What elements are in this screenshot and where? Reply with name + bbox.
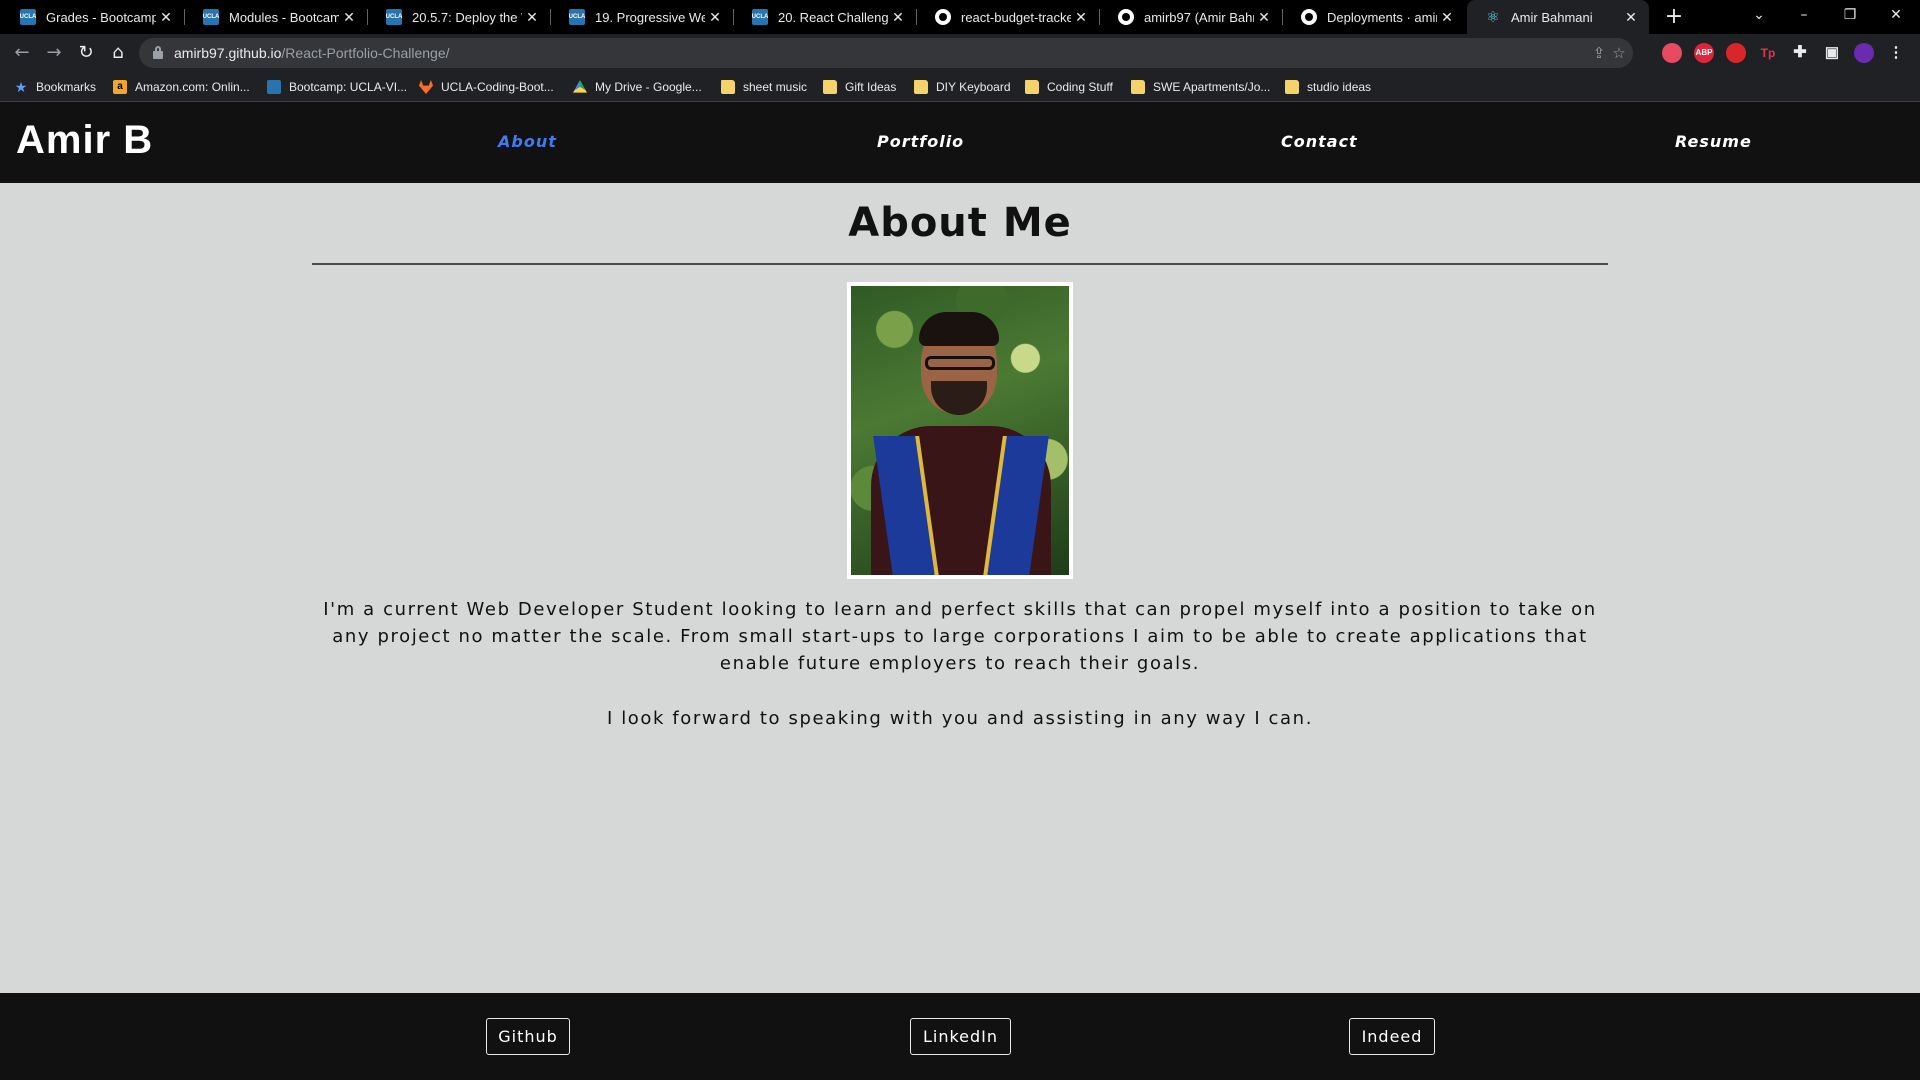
tab-title: Grades - Bootcamp: U — [46, 9, 156, 25]
github-link-button[interactable]: Github — [486, 1018, 570, 1055]
bookmark-item[interactable]: DIY Keyboard — [914, 72, 1011, 102]
extension-icon[interactable] — [1662, 43, 1682, 63]
close-icon[interactable]: ✕ — [1254, 9, 1274, 26]
window-close-button[interactable]: ✕ — [1873, 0, 1919, 34]
browser-tab-active[interactable]: ⚛ Amir Bahmani ✕ — [1467, 0, 1649, 34]
bookmark-item[interactable]: My Drive - Google... — [573, 72, 702, 102]
browser-tab[interactable]: Deployments · amirb9 ✕ — [1283, 0, 1465, 34]
browser-tab[interactable]: UCLA Grades - Bootcamp: U ✕ — [2, 0, 184, 34]
ucla-icon: UCLA — [386, 9, 402, 25]
browser-tab[interactable]: amirb97 (Amir Bahma ✕ — [1100, 0, 1282, 34]
close-icon[interactable]: ✕ — [1621, 9, 1641, 26]
tab-title: 20. React Challenge: R — [778, 9, 888, 25]
amazon-icon: a — [113, 80, 127, 94]
github-icon — [1118, 9, 1134, 25]
react-icon: ⚛ — [1486, 9, 1500, 26]
bookmark-item[interactable]: sheet music — [721, 72, 807, 102]
folder-icon — [1285, 80, 1299, 94]
browser-tab[interactable]: UCLA 20. React Challenge: R ✕ — [734, 0, 916, 34]
portrait-image — [851, 286, 1069, 575]
browser-tab[interactable]: UCLA 19. Progressive Web A ✕ — [551, 0, 733, 34]
indeed-link-button[interactable]: Indeed — [1349, 1018, 1435, 1055]
bio-closing: I look forward to speaking with you and … — [606, 708, 1314, 729]
bookmark-item[interactable]: Coding Stuff — [1025, 72, 1113, 102]
tab-title: Modules - Bootcamp: — [229, 9, 339, 25]
extension-icon[interactable] — [1726, 43, 1746, 63]
tab-title: 20.5.7: Deploy the We — [412, 9, 522, 25]
close-icon[interactable]: ✕ — [1071, 9, 1091, 26]
ucla-icon: UCLA — [569, 9, 585, 25]
browser-tab-bar: UCLA Grades - Bootcamp: U ✕ UCLA Modules… — [0, 0, 1920, 34]
new-tab-button[interactable]: + — [1660, 3, 1688, 31]
star-icon: ★ — [14, 79, 28, 95]
bookmarks-bar: ★ Bookmarks a Amazon.com: Onlin... Bootcam… — [0, 72, 1920, 102]
bookmark-item[interactable]: ★ Bookmarks — [14, 72, 96, 102]
nav-contact[interactable]: Contact — [1281, 132, 1358, 151]
tab-title: Deployments · amirb9 — [1327, 9, 1437, 25]
browser-tab[interactable]: UCLA 20.5.7: Deploy the We ✕ — [368, 0, 550, 34]
lock-icon[interactable] — [153, 46, 163, 59]
folder-icon — [823, 80, 837, 94]
nav-portfolio[interactable]: Portfolio — [877, 132, 964, 151]
profile-photo — [847, 282, 1073, 579]
ucla-icon — [267, 80, 281, 94]
bookmark-star-icon[interactable]: ☆ — [1609, 43, 1629, 63]
browser-toolbar: ← → ↻ ⌂ amirb97.github.io/React-Portfoli… — [0, 34, 1920, 72]
folder-icon — [1131, 80, 1145, 94]
avatar[interactable] — [1854, 43, 1874, 63]
tab-title: amirb97 (Amir Bahma — [1144, 9, 1254, 25]
bookmark-item[interactable]: UCLA-Coding-Boot... — [419, 72, 554, 102]
drive-icon — [573, 80, 587, 93]
ucla-icon: UCLA — [20, 9, 36, 25]
bookmark-item[interactable]: studio ideas — [1285, 72, 1371, 102]
close-icon[interactable]: ✕ — [522, 9, 542, 26]
bookmark-item[interactable]: Bootcamp: UCLA-VI... — [267, 72, 407, 102]
tab-title: Amir Bahmani — [1511, 9, 1593, 25]
home-icon[interactable]: ⌂ — [104, 39, 132, 67]
folder-icon — [914, 80, 928, 94]
url-text[interactable]: amirb97.github.io/React-Portfolio-Challe… — [174, 45, 450, 61]
forward-icon[interactable]: → — [40, 39, 68, 67]
share-icon[interactable]: ⇪ — [1589, 43, 1609, 63]
site-brand[interactable]: Amir B — [16, 118, 153, 163]
close-icon[interactable]: ✕ — [156, 9, 176, 26]
restore-button[interactable]: ❐ — [1827, 0, 1873, 34]
close-icon[interactable]: ✕ — [1437, 9, 1457, 26]
tab-search-icon[interactable]: ⌄ — [1736, 0, 1782, 34]
nav-about[interactable]: About — [498, 132, 557, 151]
minimize-button[interactable]: – — [1781, 0, 1827, 34]
back-icon[interactable]: ← — [8, 39, 36, 67]
gitlab-icon — [419, 80, 433, 94]
side-panel-icon[interactable]: ▣ — [1822, 43, 1842, 63]
extension-icon[interactable]: Tp — [1758, 43, 1778, 63]
close-icon[interactable]: ✕ — [888, 9, 908, 26]
browser-tab[interactable]: UCLA Modules - Bootcamp: ✕ — [185, 0, 367, 34]
folder-icon — [721, 80, 735, 94]
linkedin-link-button[interactable]: LinkedIn — [910, 1018, 1011, 1055]
menu-icon[interactable]: ⋮ — [1886, 43, 1906, 63]
site-footer: Github LinkedIn Indeed — [0, 993, 1920, 1080]
nav-resume[interactable]: Resume — [1675, 132, 1752, 151]
address-bar[interactable]: amirb97.github.io/React-Portfolio-Challe… — [139, 38, 1633, 68]
puzzle-icon[interactable]: ✚ — [1790, 43, 1810, 63]
bookmark-item[interactable]: Gift Ideas — [823, 72, 896, 102]
folder-icon — [1025, 80, 1039, 94]
adblock-icon[interactable]: ABP — [1694, 43, 1714, 63]
site-header: Amir B About Portfolio Contact Resume — [0, 102, 1920, 183]
browser-tab[interactable]: react-budget-tracker/ ✕ — [917, 0, 1099, 34]
tab-title: react-budget-tracker/ — [961, 9, 1071, 25]
close-icon[interactable]: ✕ — [339, 9, 359, 26]
ucla-icon: UCLA — [203, 9, 219, 25]
reload-icon[interactable]: ↻ — [72, 39, 100, 67]
tab-title: 19. Progressive Web A — [595, 9, 705, 25]
page-title: About Me — [848, 200, 1072, 246]
github-icon — [935, 9, 951, 25]
ucla-icon: UCLA — [752, 9, 768, 25]
close-icon[interactable]: ✕ — [705, 9, 725, 26]
bookmark-item[interactable]: a Amazon.com: Onlin... — [113, 72, 250, 102]
github-icon — [1301, 9, 1317, 25]
bookmark-item[interactable]: SWE Apartments/Jo... — [1131, 72, 1270, 102]
title-divider — [312, 263, 1608, 265]
bio-paragraph: I'm a current Web Developer Student look… — [323, 599, 1597, 674]
